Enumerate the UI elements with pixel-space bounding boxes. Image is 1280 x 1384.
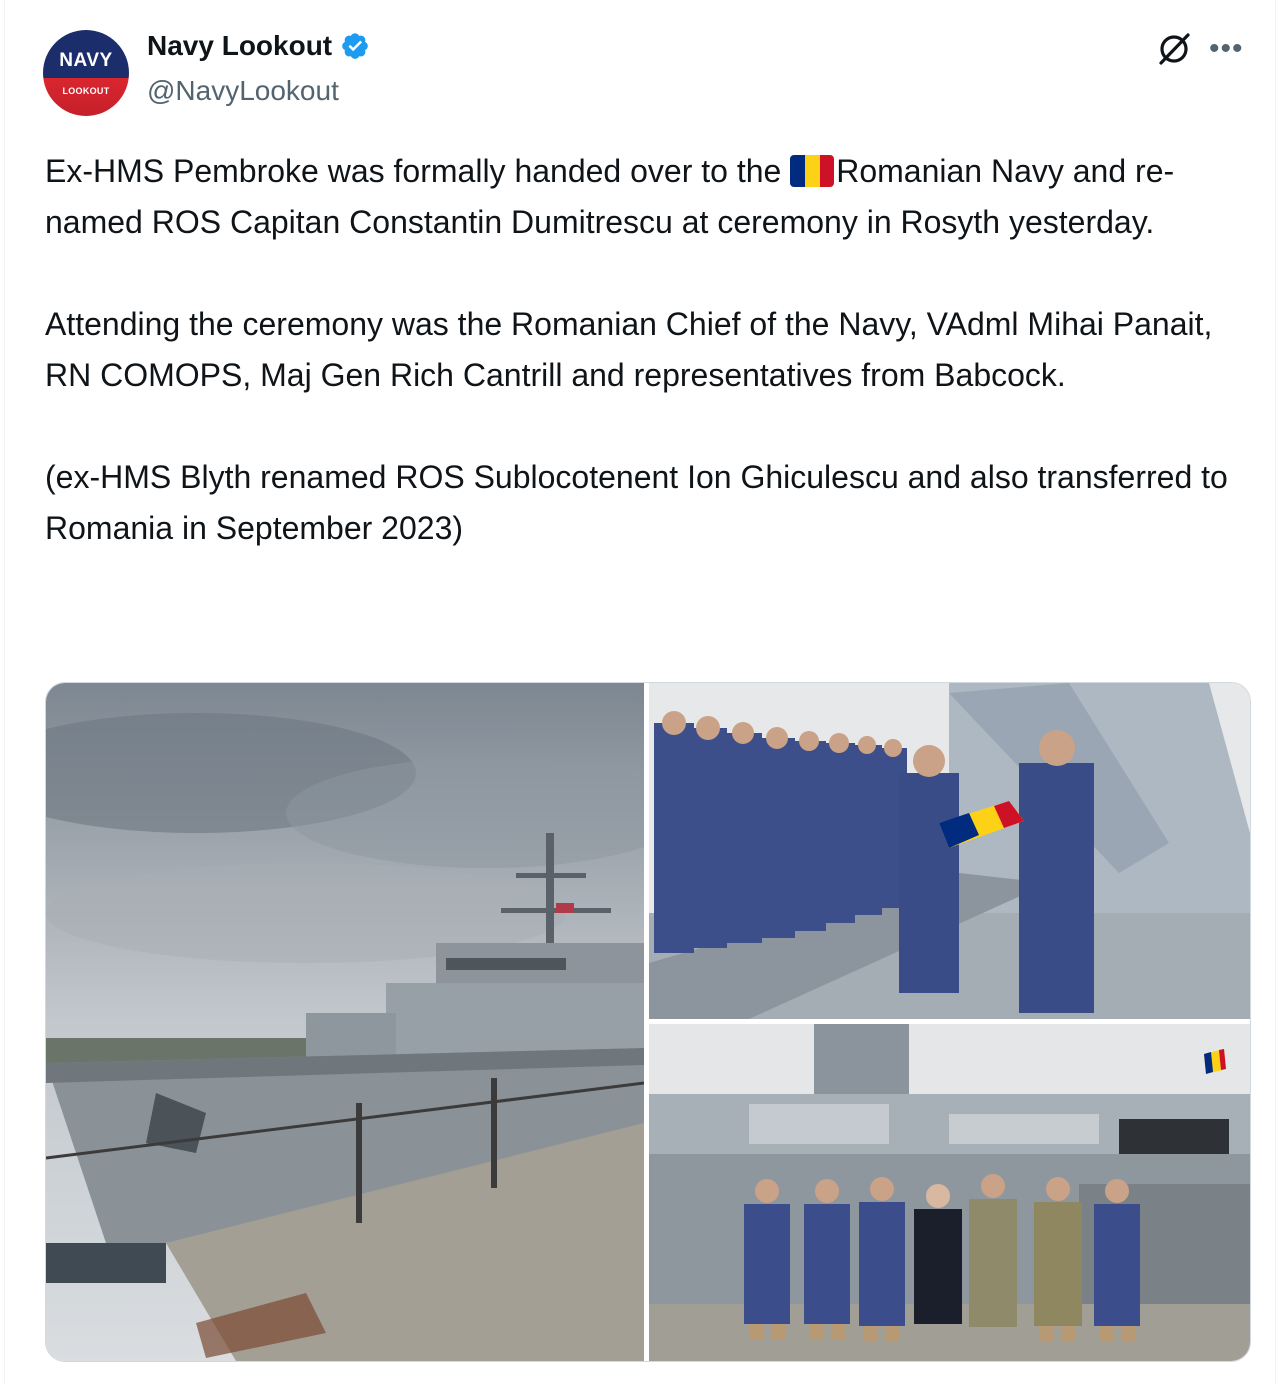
post-paragraph-1: Ex-HMS Pembroke was formally handed over… [45,146,1245,248]
tweet-card: NAVY LOOKOUT Navy Lookout @NavyLookout •… [4,0,1276,1384]
post-paragraph-2: Attending the ceremony was the Romanian … [45,306,1213,393]
media-grid [45,682,1251,1362]
flag-ceremony-photo[interactable] [649,683,1250,1019]
post-text-part: Ex-HMS Pembroke was formally handed over… [45,153,791,189]
ship-photo[interactable] [46,683,644,1361]
account-handle[interactable]: @NavyLookout [147,75,339,107]
verified-badge-icon[interactable] [340,31,370,61]
grok-icon[interactable] [1155,30,1193,68]
group-photo[interactable] [649,1024,1250,1361]
post-text: Ex-HMS Pembroke was formally handed over… [45,146,1245,554]
display-name[interactable]: Navy Lookout [147,30,332,62]
avatar[interactable]: NAVY LOOKOUT [43,30,129,116]
avatar-text-bottom: LOOKOUT [62,86,110,96]
more-options-icon[interactable]: ••• [1209,32,1244,66]
romania-flag-icon [790,155,835,187]
author-name-row: Navy Lookout [147,30,370,62]
avatar-text-top: NAVY [59,50,113,71]
post-paragraph-3: (ex-HMS Blyth renamed ROS Sublocotenent … [45,459,1228,546]
